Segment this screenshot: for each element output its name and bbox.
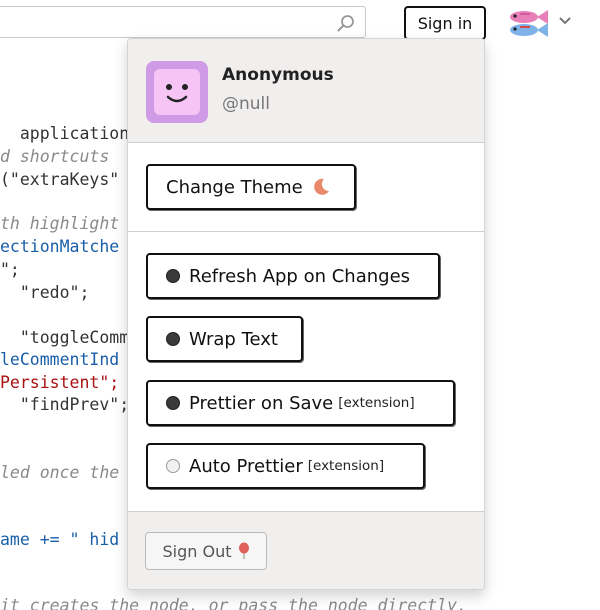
user-menu-dropdown: Anonymous @null Change Theme Refresh App… <box>127 38 485 590</box>
code-line: "findPrev"; <box>0 395 130 414</box>
code-line: ame += " hid <box>0 530 120 549</box>
sign-in-button[interactable]: Sign in <box>404 6 486 40</box>
option-label: Auto Prettier <box>189 455 303 477</box>
profile-header: Anonymous @null <box>128 39 484 143</box>
option-label: Refresh App on Changes <box>189 265 411 287</box>
prettier-on-save-toggle[interactable]: Prettier on Save [extension] <box>146 380 455 426</box>
code-line: ("extraKeys" <box>0 170 120 189</box>
change-theme-button[interactable]: Change Theme <box>146 164 356 210</box>
sign-out-label: Sign Out <box>162 541 232 561</box>
sign-out-button[interactable]: Sign Out <box>145 532 267 570</box>
checkbox-unchecked-icon <box>166 459 180 473</box>
auto-prettier-toggle[interactable]: Auto Prettier [extension] <box>146 443 425 489</box>
search-input[interactable] <box>0 7 317 37</box>
code-line: "; <box>0 260 20 279</box>
code-line: leCommentInd <box>0 350 120 369</box>
code-line: th highlight <box>0 214 120 233</box>
code-line: led once the <box>0 463 120 482</box>
change-theme-label: Change Theme <box>166 176 303 198</box>
wrap-text-toggle[interactable]: Wrap Text <box>146 316 303 362</box>
checkbox-checked-icon <box>166 269 180 283</box>
refresh-app-toggle[interactable]: Refresh App on Changes <box>146 253 440 299</box>
fish-avatar-icon[interactable] <box>504 6 552 40</box>
code-line: d shortcuts <box>0 147 110 166</box>
extension-tag: [extension] <box>307 458 385 474</box>
divider <box>128 231 484 232</box>
code-line: Persistent"; <box>0 373 120 392</box>
profile-name: Anonymous <box>222 65 334 85</box>
search-box[interactable] <box>0 6 366 38</box>
option-label: Wrap Text <box>189 328 278 350</box>
extension-tag: [extension] <box>338 395 415 411</box>
code-line: it creates the node, or pass the node di… <box>0 596 467 610</box>
balloon-icon <box>238 542 249 559</box>
crescent-moon-icon <box>313 178 329 195</box>
profile-handle: @null <box>222 94 270 114</box>
menu-footer: Sign Out <box>128 511 484 589</box>
option-label: Prettier on Save <box>189 392 334 414</box>
code-line: application <box>0 124 130 143</box>
smiley-avatar-icon <box>146 61 208 123</box>
checkbox-checked-icon <box>166 332 180 346</box>
code-line: "redo"; <box>0 283 90 302</box>
search-icon[interactable] <box>337 14 355 32</box>
code-line: "toggleComm <box>0 328 130 347</box>
checkbox-checked-icon <box>166 396 180 410</box>
code-line: ectionMatche <box>0 237 120 256</box>
chevron-down-icon[interactable] <box>558 14 572 28</box>
